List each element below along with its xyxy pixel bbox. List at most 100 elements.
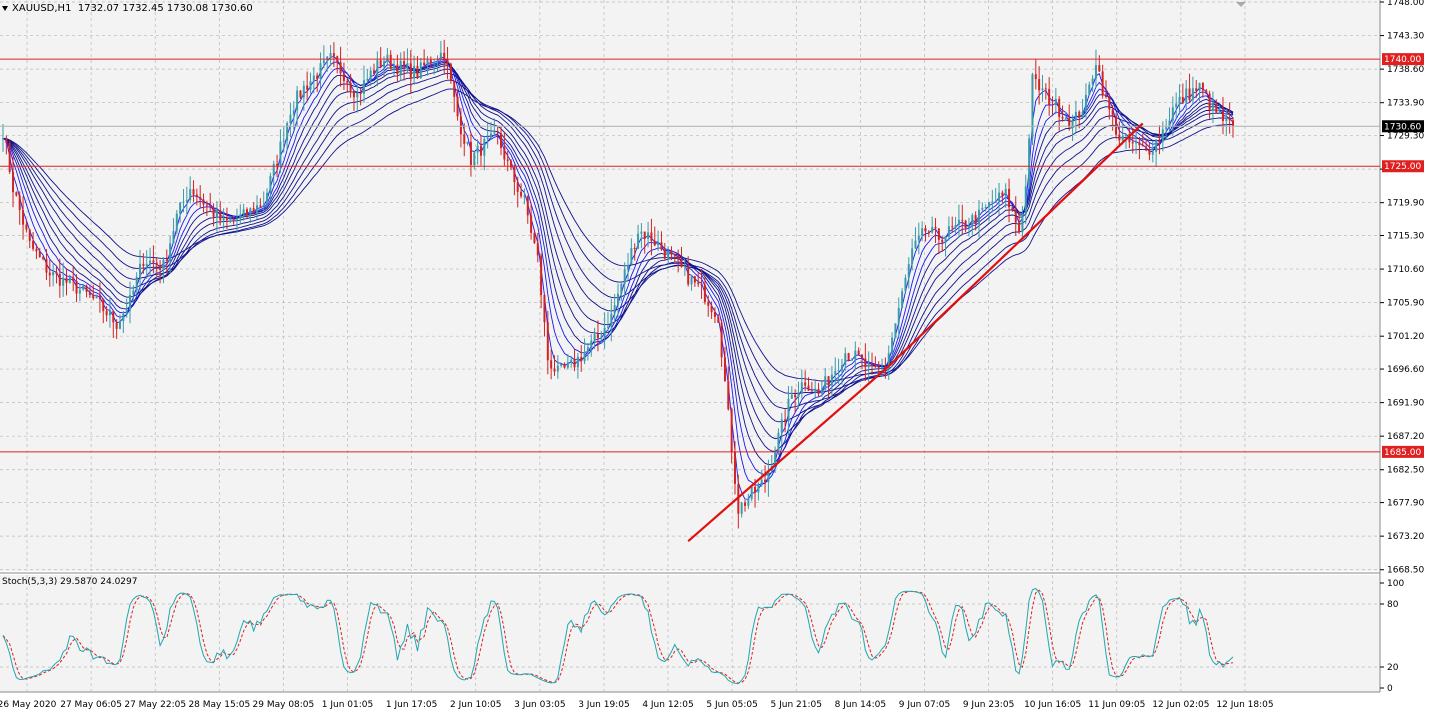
candle-body[interactable] [667,251,670,259]
candle-body[interactable] [279,141,282,166]
candle-body[interactable] [670,251,673,255]
candle-body[interactable] [971,215,974,226]
candle-body[interactable] [496,132,499,134]
candle-body[interactable] [844,353,847,366]
candle-body[interactable] [162,259,165,270]
candle-body[interactable] [72,277,75,282]
candle-body[interactable] [647,232,650,239]
candle-body[interactable] [299,90,302,98]
candle-body[interactable] [28,229,31,241]
candle-body[interactable] [436,60,439,62]
candle-body[interactable] [175,213,178,232]
candle-body[interactable] [620,283,623,294]
candle-body[interactable] [1185,88,1188,103]
candle-body[interactable] [700,284,703,286]
candle-body[interactable] [185,200,188,202]
candle-body[interactable] [1161,129,1164,143]
candle-body[interactable] [319,63,322,80]
candle-body[interactable] [750,486,753,499]
candle-body[interactable] [784,419,787,422]
candle-body[interactable] [580,356,583,362]
candle-body[interactable] [2,138,4,140]
candle-body[interactable] [921,228,924,236]
candle-body[interactable] [306,85,309,90]
candle-body[interactable] [1115,115,1118,135]
candle-body[interactable] [894,323,897,338]
candle-body[interactable] [449,63,452,81]
candle-body[interactable] [787,398,790,422]
candle-body[interactable] [957,219,960,225]
candle-body[interactable] [62,277,65,286]
candle-body[interactable] [1145,146,1148,151]
candle-body[interactable] [1091,78,1094,85]
candle-body[interactable] [225,217,228,221]
candle-body[interactable] [954,224,957,228]
candle-body[interactable] [182,201,185,203]
candle-body[interactable] [924,228,927,232]
candle-body[interactable] [25,224,28,230]
candle-body[interactable] [399,60,402,75]
candle-body[interactable] [256,205,259,214]
candle-body[interactable] [764,479,767,483]
candle-body[interactable] [1011,207,1014,210]
candle-body[interactable] [794,394,797,398]
candle-body[interactable] [386,54,389,62]
candle-body[interactable] [1088,84,1091,95]
candle-body[interactable] [707,302,710,306]
candle-body[interactable] [1232,120,1234,127]
candle-body[interactable] [804,382,807,386]
candle-body[interactable] [245,209,248,216]
candle-body[interactable] [1034,74,1037,80]
candle-body[interactable] [1021,213,1024,233]
candle-body[interactable] [316,75,319,80]
dropdown-arrow-icon[interactable] [2,5,8,11]
candle-body[interactable] [1148,150,1151,155]
candle-body[interactable] [78,289,81,294]
candle-body[interactable] [780,419,783,433]
candle-body[interactable] [1061,116,1064,119]
candle-body[interactable] [1178,97,1181,104]
candle-body[interactable] [556,365,559,372]
candle-body[interactable] [339,62,342,74]
candle-body[interactable] [1205,90,1208,94]
candle-body[interactable] [409,63,412,79]
candle-body[interactable] [359,92,362,94]
candle-body[interactable] [984,206,987,208]
candle-body[interactable] [1135,142,1138,144]
candle-body[interactable] [944,236,947,243]
candle-body[interactable] [1121,136,1124,141]
candle-body[interactable] [630,247,633,265]
candle-body[interactable] [600,337,603,339]
candle-body[interactable] [837,370,840,372]
candle-body[interactable] [627,264,630,270]
candle-body[interactable] [369,70,372,79]
candle-body[interactable] [927,231,930,233]
candle-body[interactable] [1221,111,1224,122]
candle-body[interactable] [790,394,793,399]
candle-body[interactable] [493,132,496,134]
candle-body[interactable] [530,215,533,233]
candle-body[interactable] [860,354,863,359]
candle-body[interactable] [423,62,426,66]
candle-body[interactable] [473,152,476,165]
candle-body[interactable] [426,59,429,66]
candle-body[interactable] [513,167,516,183]
candle-body[interactable] [941,239,944,243]
candle-body[interactable] [526,195,529,216]
candle-body[interactable] [1155,139,1158,152]
candle-body[interactable] [576,356,579,368]
candle-body[interactable] [1058,98,1061,117]
candle-body[interactable] [546,322,549,361]
candle-body[interactable] [981,207,984,210]
candle-body[interactable] [332,53,335,57]
candle-body[interactable] [961,219,964,221]
candle-body[interactable] [88,291,91,295]
candle-body[interactable] [379,60,382,67]
candle-body[interactable] [871,364,874,367]
candle-body[interactable] [847,353,850,361]
candle-body[interactable] [92,294,95,299]
candle-body[interactable] [22,210,25,225]
candle-body[interactable] [429,59,432,63]
candle-body[interactable] [292,110,295,115]
candle-body[interactable] [406,63,409,67]
